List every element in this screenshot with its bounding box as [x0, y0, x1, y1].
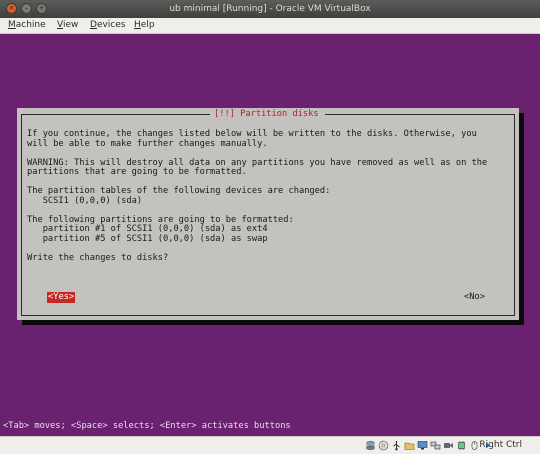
- maximize-button[interactable]: +: [36, 3, 47, 14]
- display-icon[interactable]: [417, 440, 428, 451]
- virtualbox-window: × – + ub minimal [Running] - Oracle VM V…: [0, 0, 540, 454]
- cpu-icon[interactable]: [456, 440, 467, 451]
- minimize-button[interactable]: –: [21, 3, 32, 14]
- menu-view[interactable]: View: [57, 18, 78, 33]
- dialog-line-2: will be able to make further changes man…: [27, 138, 268, 149]
- usb-icon[interactable]: [391, 440, 402, 451]
- shared-folders-icon[interactable]: [404, 440, 415, 451]
- dialog-line-5: partitions that are going to be formatte…: [27, 167, 247, 177]
- window-title: ub minimal [Running] - Oracle VM Virtual…: [169, 4, 371, 14]
- close-button[interactable]: ×: [6, 3, 17, 14]
- title-bar: × – + ub minimal [Running] - Oracle VM V…: [0, 0, 540, 18]
- status-bar: Right Ctrl: [0, 436, 540, 454]
- vm-display[interactable]: [!!] Partition disks If you continue, th…: [0, 34, 540, 436]
- dialog-question: Write the changes to disks?: [27, 252, 169, 263]
- menu-help[interactable]: Help: [134, 18, 155, 33]
- keyboard-help-line: <Tab> moves; <Space> selects; <Enter> ac…: [3, 421, 291, 431]
- partition-disks-dialog: [!!] Partition disks If you continue, th…: [17, 108, 519, 320]
- recording-icon[interactable]: [443, 440, 454, 451]
- dialog-line-12: partition #5 of SCSI1 (0,0,0) (sda) as s…: [27, 233, 268, 244]
- host-key-label: Right Ctrl: [479, 440, 522, 450]
- dialog-title: [!!] Partition disks: [210, 108, 323, 121]
- status-icons: [365, 440, 493, 451]
- yes-button[interactable]: <Yes>: [47, 292, 76, 303]
- dialog-line-8: SCSI1 (0,0,0) (sda): [27, 195, 143, 206]
- menu-bar: Machine View Devices Help: [0, 18, 540, 34]
- menu-devices[interactable]: Devices: [90, 18, 125, 33]
- network-icon[interactable]: [430, 440, 441, 451]
- mouse-integration-icon[interactable]: [469, 440, 480, 451]
- window-controls: × – +: [6, 3, 47, 14]
- no-button[interactable]: <No>: [464, 292, 485, 303]
- menu-machine[interactable]: Machine: [8, 18, 46, 33]
- hard-disk-icon[interactable]: [365, 440, 376, 451]
- optical-drive-icon[interactable]: [378, 440, 389, 451]
